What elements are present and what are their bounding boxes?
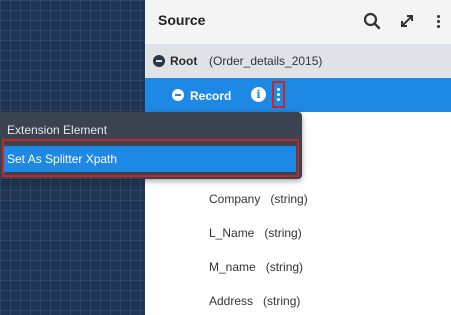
tree-field[interactable]: Address (string) bbox=[209, 294, 300, 308]
tree-field[interactable]: M_name (string) bbox=[209, 260, 303, 274]
more-vertical-icon[interactable] bbox=[427, 10, 449, 32]
tree-field[interactable]: Company (string) bbox=[209, 192, 308, 206]
field-name: Company bbox=[209, 192, 261, 206]
context-menu-header: Extension Element bbox=[7, 123, 108, 137]
tree-field[interactable]: L_Name (string) bbox=[209, 226, 302, 240]
source-panel-header: Source bbox=[145, 0, 451, 44]
record-menu-button[interactable] bbox=[272, 81, 285, 108]
field-name: M_name bbox=[209, 260, 256, 274]
info-icon[interactable]: i bbox=[251, 87, 266, 102]
field-name: Address bbox=[209, 294, 254, 308]
expand-icon[interactable] bbox=[396, 10, 418, 32]
field-type: (string) bbox=[263, 294, 301, 308]
record-label: Record bbox=[190, 89, 232, 103]
context-menu: Extension Element Set As Splitter Xpath bbox=[0, 112, 302, 179]
field-type: (string) bbox=[264, 226, 302, 240]
collapse-icon[interactable] bbox=[172, 89, 184, 101]
root-label: Root bbox=[170, 54, 198, 68]
menu-item-set-as-splitter-xpath[interactable]: Set As Splitter Xpath bbox=[3, 146, 296, 172]
search-icon[interactable] bbox=[361, 10, 383, 32]
panel-title: Source bbox=[158, 12, 206, 28]
collapse-icon[interactable] bbox=[153, 55, 165, 67]
root-type: (Order_details_2015) bbox=[209, 54, 323, 68]
field-name: L_Name bbox=[209, 226, 255, 240]
menu-item-label: Set As Splitter Xpath bbox=[7, 152, 118, 166]
tree-node-root[interactable]: Root (Order_details_2015) bbox=[145, 44, 451, 78]
field-type: (string) bbox=[270, 192, 308, 206]
tree-node-record[interactable]: Record i bbox=[145, 78, 451, 112]
more-vertical-icon bbox=[277, 88, 280, 101]
field-type: (string) bbox=[265, 260, 304, 274]
